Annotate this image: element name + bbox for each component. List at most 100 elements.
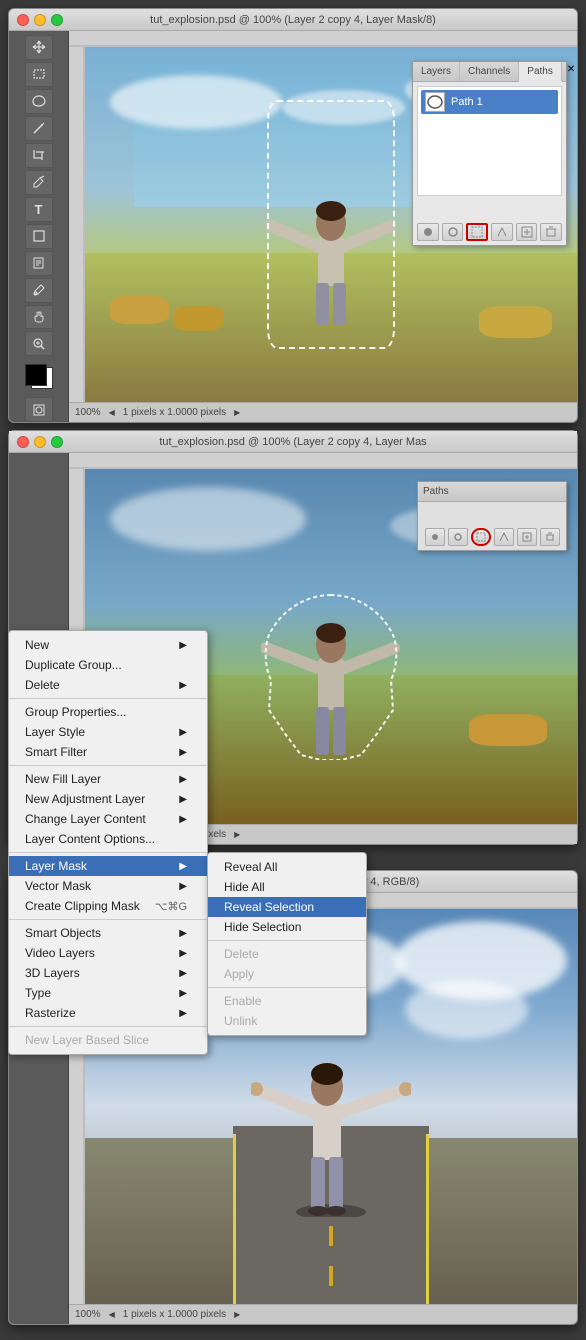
separator4	[9, 919, 207, 920]
load-selection-btn[interactable]	[466, 223, 488, 241]
maximize-button1[interactable]	[51, 14, 63, 26]
window-body1: T	[9, 31, 577, 422]
submenu-layer-mask: Reveal All Hide All Reveal Selection Hid…	[207, 852, 367, 1036]
menu-new-adjustment[interactable]: New Adjustment Layer ▶	[9, 789, 207, 809]
new-path-btn[interactable]	[516, 223, 538, 241]
menu-smart-objects[interactable]: Smart Objects ▶	[9, 923, 207, 943]
tab-paths[interactable]: Paths	[519, 62, 562, 82]
menu-arrow-rasterize: ▶	[179, 1008, 187, 1019]
foreground-color[interactable]	[25, 364, 47, 386]
close-button1[interactable]	[17, 14, 29, 26]
paths-list: Path 1	[417, 86, 562, 196]
submenu-reveal-all[interactable]: Reveal All	[208, 857, 366, 877]
lasso-tool[interactable]	[25, 89, 53, 114]
submenu-hide-selection[interactable]: Hide Selection	[208, 917, 366, 937]
menu-clipping-mask[interactable]: Create Clipping Mask ⌥⌘G	[9, 896, 207, 916]
workpath-btn-mini[interactable]	[494, 528, 514, 546]
window-title1: tut_explosion.psd @ 100% (Layer 2 copy 4…	[150, 14, 436, 26]
ruler-horizontal1	[69, 31, 577, 47]
menu-content-options[interactable]: Layer Content Options...	[9, 829, 207, 849]
menu-layer-mask[interactable]: Layer Mask ▶ Reveal All Hide All Reveal …	[9, 856, 207, 876]
menu-group-properties[interactable]: Group Properties...	[9, 702, 207, 722]
menu-layer-style[interactable]: Layer Style ▶	[9, 722, 207, 742]
menu-arrow-new-fill: ▶	[179, 774, 187, 785]
menu-arrow-smart-filter: ▶	[179, 747, 187, 758]
menu-vector-mask[interactable]: Vector Mask ▶	[9, 876, 207, 896]
menu-arrow-smart-obj: ▶	[179, 928, 187, 939]
tab-channels[interactable]: Channels	[460, 62, 519, 81]
context-menu: New ▶ Duplicate Group... Delete ▶ Group …	[8, 630, 208, 1055]
stroke-btn-mini[interactable]	[448, 528, 468, 546]
menu-rasterize[interactable]: Rasterize ▶	[9, 1003, 207, 1023]
close-button2[interactable]	[17, 436, 29, 448]
zoom-tool[interactable]	[25, 331, 53, 356]
submenu-reveal-selection[interactable]: Reveal Selection	[208, 897, 366, 917]
menu-change-content[interactable]: Change Layer Content ▶	[9, 809, 207, 829]
submenu-enable: Enable	[208, 991, 366, 1011]
separator2	[9, 765, 207, 766]
panel-bottom-buttons	[417, 223, 562, 241]
magic-wand-tool[interactable]	[25, 116, 53, 141]
selection-btn-mini[interactable]	[471, 528, 491, 546]
marquee-tool[interactable]	[25, 62, 53, 87]
nav-arrow-right3[interactable]: ▶	[234, 1310, 240, 1319]
color-swatch[interactable]	[23, 362, 55, 391]
maximize-button2[interactable]	[51, 436, 63, 448]
menu-new-layer-slice: New Layer Based Slice	[9, 1030, 207, 1050]
submenu-delete: Delete	[208, 944, 366, 964]
nav-arrow-right1[interactable]: ▶	[234, 408, 240, 417]
nav-arrow-right2[interactable]: ▶	[234, 830, 240, 839]
mini-panel-header: Paths	[418, 482, 566, 502]
menu-new[interactable]: New ▶	[9, 635, 207, 655]
nav-arrow-left1[interactable]: ◀	[109, 408, 115, 417]
delete-path-btn[interactable]	[540, 223, 562, 241]
delete-path-btn-mini[interactable]	[540, 528, 560, 546]
status-text3: 1 pixels x 1.0000 pixels	[123, 1309, 226, 1320]
text-tool[interactable]: T	[25, 197, 53, 222]
pen-tool[interactable]	[25, 170, 53, 195]
menu-arrow-layer-style: ▶	[179, 727, 187, 738]
paths-panel: Layers Channels Paths ✕	[412, 61, 567, 246]
minimize-button2[interactable]	[34, 436, 46, 448]
menu-arrow-vector: ▶	[179, 881, 187, 892]
menu-arrow-type: ▶	[179, 988, 187, 999]
menu-delete[interactable]: Delete ▶	[9, 675, 207, 695]
make-work-path-btn[interactable]	[491, 223, 513, 241]
mask-mode-btn[interactable]	[25, 397, 53, 422]
tab-layers[interactable]: Layers	[413, 62, 460, 81]
menu-video-layers[interactable]: Video Layers ▶	[9, 943, 207, 963]
menu-arrow-new-adj: ▶	[179, 794, 187, 805]
fill-btn-mini[interactable]	[425, 528, 445, 546]
traffic-lights2[interactable]	[17, 436, 63, 448]
ruler-vertical1	[69, 47, 85, 402]
fill-path-btn[interactable]	[417, 223, 439, 241]
crop-tool[interactable]	[25, 143, 53, 168]
statusbar3: 100% ◀ 1 pixels x 1.0000 pixels ▶	[69, 1304, 577, 1324]
stroke-path-btn[interactable]	[442, 223, 464, 241]
path-item-1[interactable]: Path 1	[421, 90, 558, 114]
submenu-unlink: Unlink	[208, 1011, 366, 1031]
panel-close-btn[interactable]: ✕	[562, 62, 577, 81]
menu-new-fill[interactable]: New Fill Layer ▶	[9, 769, 207, 789]
new-path-btn-mini[interactable]	[517, 528, 537, 546]
status-text1: 1 pixels x 1.0000 pixels	[123, 407, 226, 418]
minimize-button1[interactable]	[34, 14, 46, 26]
menu-smart-filter[interactable]: Smart Filter ▶	[9, 742, 207, 762]
menu-arrow-new: ▶	[179, 640, 187, 651]
traffic-lights1[interactable]	[17, 14, 63, 26]
move-tool[interactable]	[25, 35, 53, 60]
titlebar2: tut_explosion.psd @ 100% (Layer 2 copy 4…	[9, 431, 577, 453]
hand-tool[interactable]	[25, 305, 53, 330]
menu-type[interactable]: Type ▶	[9, 983, 207, 1003]
zoom-level1: 100%	[75, 407, 101, 418]
canvas-area1: Layers Channels Paths ✕	[69, 31, 577, 422]
nav-arrow-left3[interactable]: ◀	[109, 1310, 115, 1319]
context-menu-wrapper: New ▶ Duplicate Group... Delete ▶ Group …	[8, 630, 208, 1055]
shape-tool[interactable]	[25, 224, 53, 249]
eyedropper-tool[interactable]	[25, 278, 53, 303]
menu-3d-layers[interactable]: 3D Layers ▶	[9, 963, 207, 983]
panel-content: Path 1	[413, 82, 566, 200]
menu-duplicate-group[interactable]: Duplicate Group...	[9, 655, 207, 675]
notes-tool[interactable]	[25, 251, 53, 276]
submenu-hide-all[interactable]: Hide All	[208, 877, 366, 897]
